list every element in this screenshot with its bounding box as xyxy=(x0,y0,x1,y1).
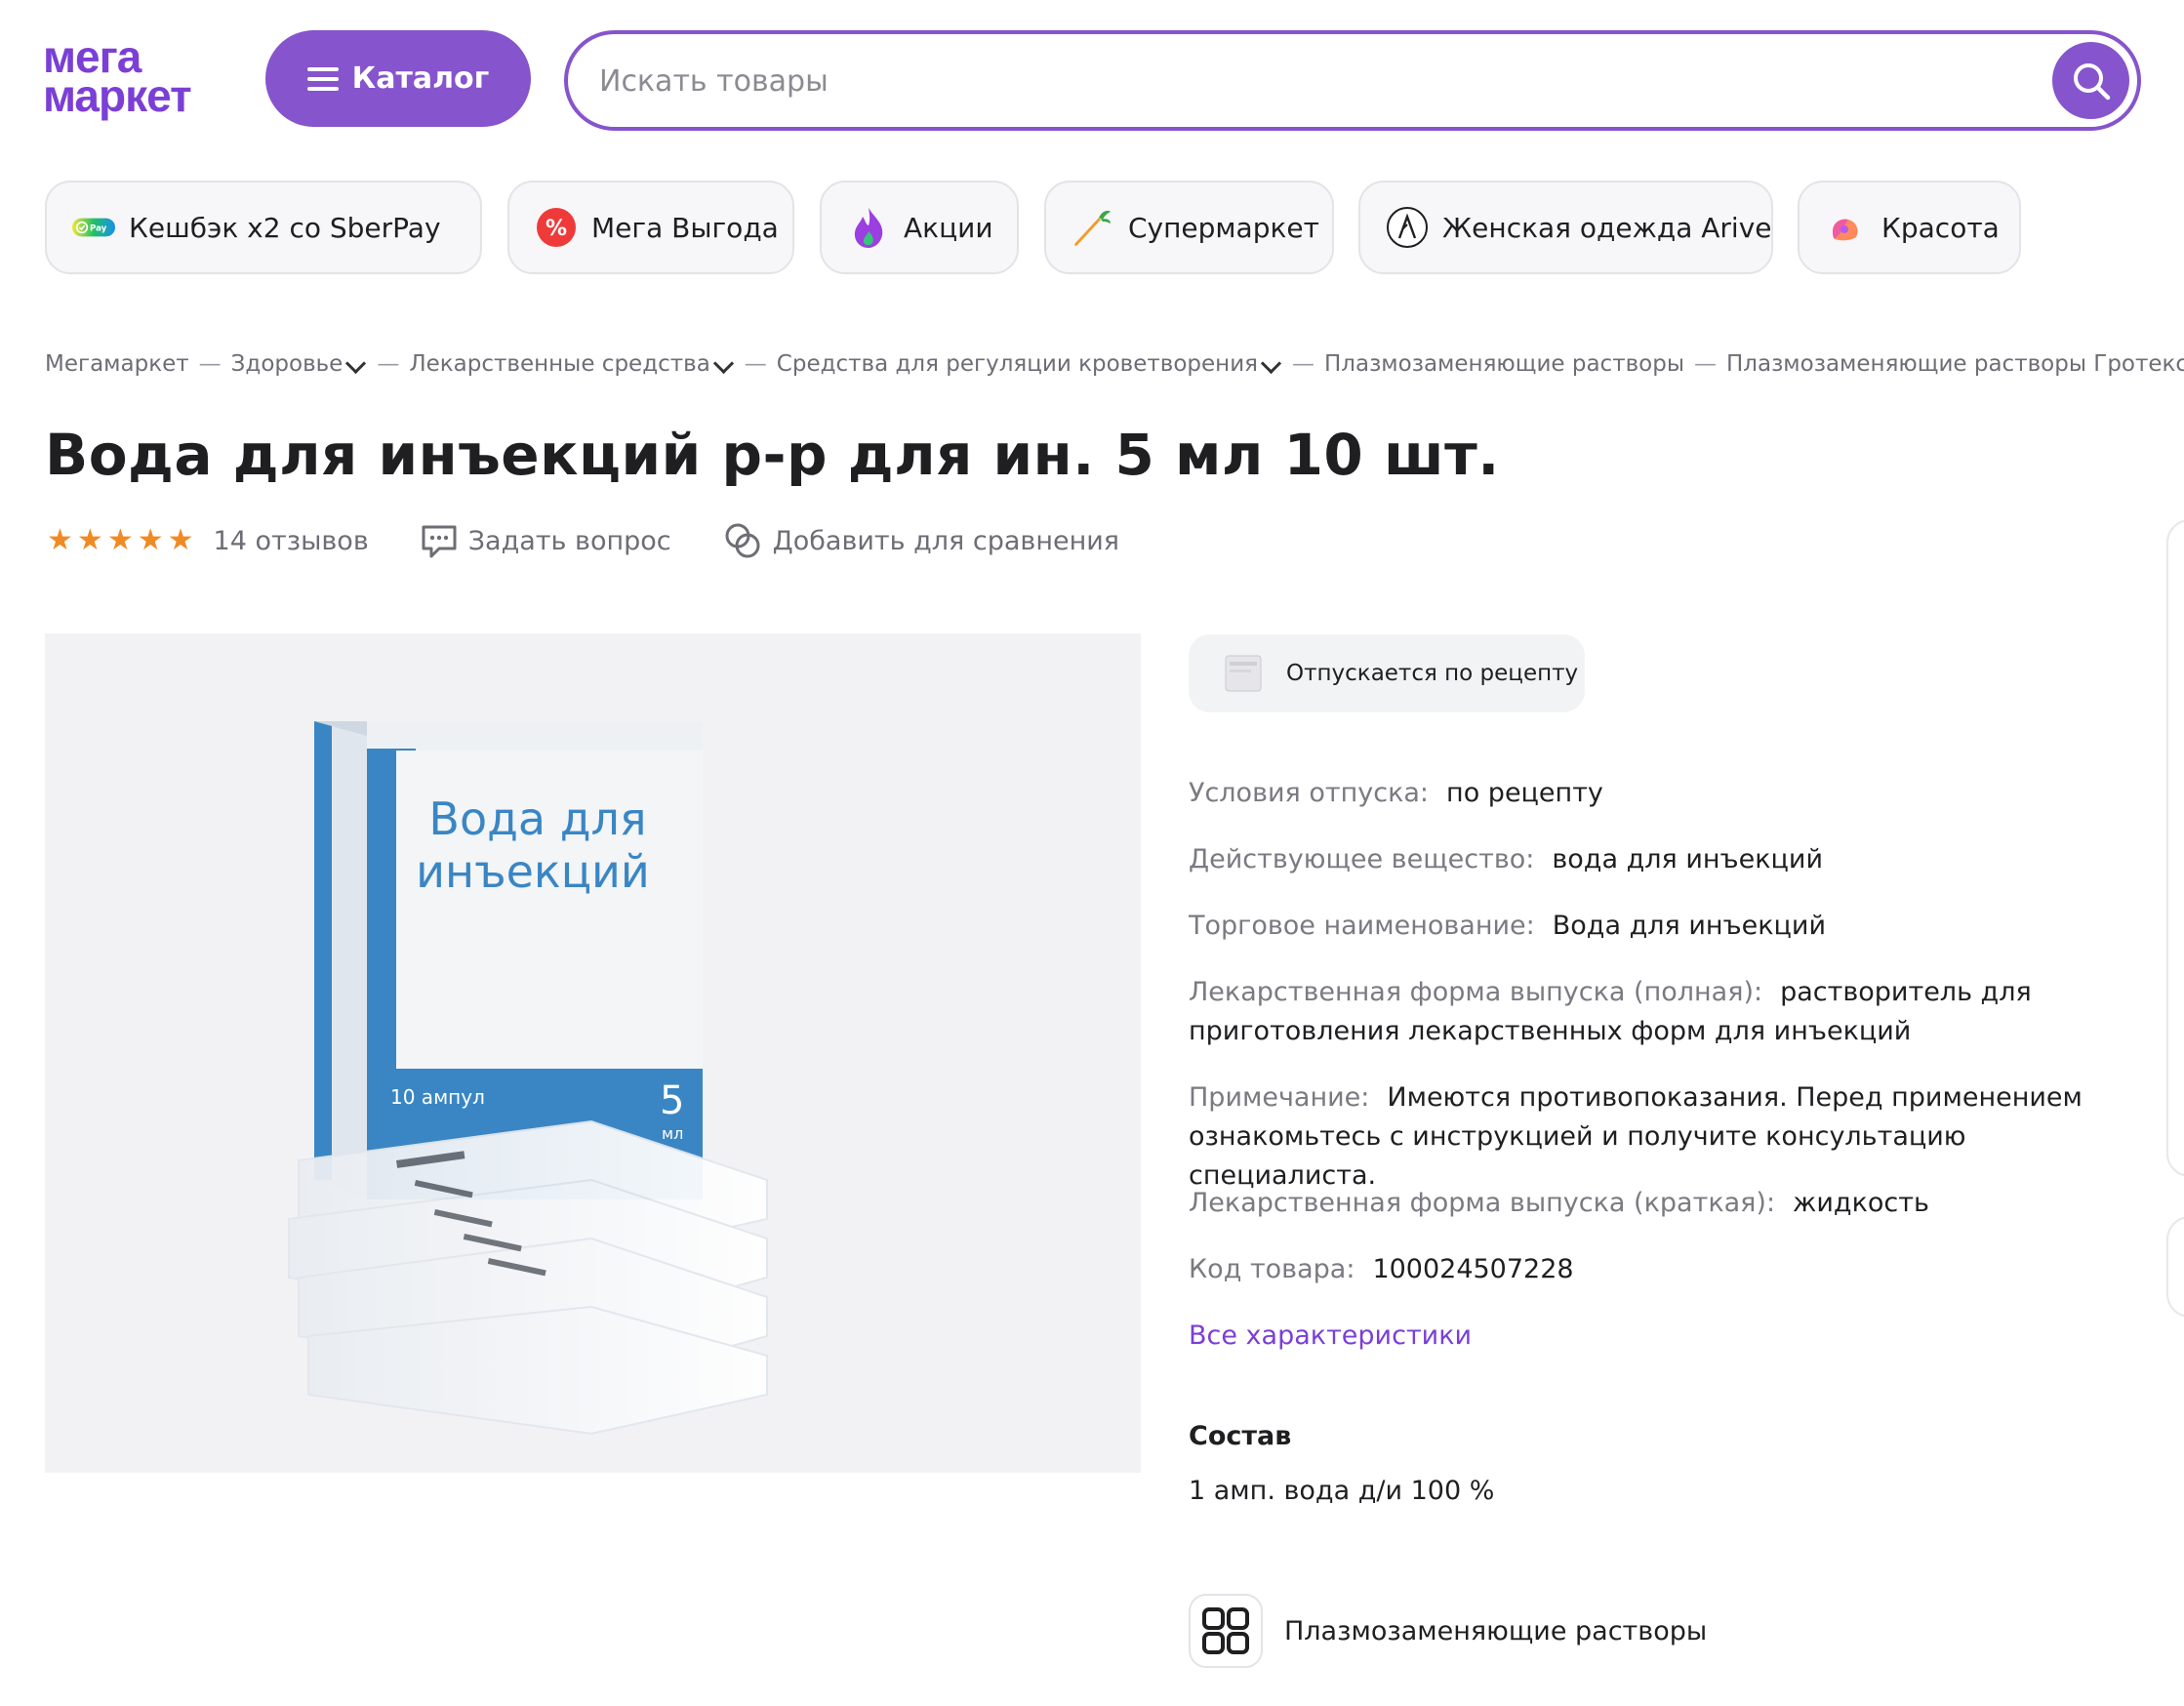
chip-krasota[interactable]: Красота xyxy=(1798,181,2021,274)
svg-text:Pay: Pay xyxy=(90,223,107,233)
breadcrumb-item[interactable]: Средства для регуляции кроветворения xyxy=(777,351,1282,377)
breadcrumb-separator: — xyxy=(744,351,767,377)
chip-label: Супермаркет xyxy=(1128,211,1319,244)
chip-label: Мега Выгода xyxy=(591,211,779,244)
side-button-edge[interactable] xyxy=(2166,1216,2184,1318)
spec-key: Лекарственная форма выпуска (полная): xyxy=(1189,977,1763,1007)
grid-icon xyxy=(1189,1594,1263,1668)
search-icon xyxy=(2073,62,2110,100)
all-specs-link[interactable]: Все характеристики xyxy=(1189,1320,1472,1351)
box-title-line-2: инъекций xyxy=(416,845,650,898)
star-icon: ★ xyxy=(47,523,73,557)
spec-row: Код товара: 100024507228 xyxy=(1189,1250,2125,1289)
menu-icon xyxy=(306,66,339,91)
spec-key: Действующее вещество: xyxy=(1189,844,1535,874)
star-icon: ★ xyxy=(137,523,164,557)
catalog-button-label: Каталог xyxy=(351,61,490,96)
flame-icon xyxy=(847,206,890,249)
prescription-badge[interactable]: Отпускается по рецепту xyxy=(1189,634,1585,712)
chip-label: Женская одежда Arive xyxy=(1442,211,1772,244)
svg-text:%: % xyxy=(546,217,567,241)
spec-row: Лекарственная форма выпуска (краткая): жи… xyxy=(1189,1184,2125,1223)
spec-value: по рецепту xyxy=(1446,778,1603,808)
chip-akcii[interactable]: Акции xyxy=(820,181,1019,274)
chip-arive[interactable]: Женская одежда Arive xyxy=(1358,181,1773,274)
chip-label: Акции xyxy=(904,211,993,244)
composition-title: Состав xyxy=(1189,1421,1292,1451)
rating-stars[interactable]: ★ ★ ★ ★ ★ xyxy=(47,526,194,555)
spec-key: Код товара: xyxy=(1189,1254,1355,1284)
prescription-badge-label: Отпускается по рецепту xyxy=(1286,661,1579,686)
megamarket-logo[interactable]: мега маркет xyxy=(43,34,192,121)
box-volume-unit: мл xyxy=(662,1124,683,1143)
star-icon: ★ xyxy=(106,523,134,557)
carrot-icon xyxy=(1072,206,1114,249)
chevron-down-icon xyxy=(712,352,734,375)
product-image[interactable]: Вода для инъекций 10 ампул 5 мл xyxy=(45,633,1141,1473)
box-count: 10 ампул xyxy=(390,1085,485,1109)
box-title-line-1: Вода для xyxy=(428,792,646,845)
medicine-box-illustration: Вода для инъекций 10 ампул 5 мл xyxy=(288,721,768,1436)
search-bar xyxy=(564,30,2141,131)
catalog-button[interactable]: Каталог xyxy=(265,30,531,127)
rating-row: ★ ★ ★ ★ ★ 14 отзывов Задать вопрос Добав… xyxy=(47,520,1119,561)
arive-logo-icon xyxy=(1386,206,1429,249)
chip-supermarket[interactable]: Супермаркет xyxy=(1044,181,1334,274)
category-link-label: Плазмозаменяющие растворы xyxy=(1284,1615,1708,1646)
search-input[interactable] xyxy=(597,34,1967,129)
prescription-box-icon xyxy=(1225,655,1262,692)
compare-link[interactable]: Добавить для сравнения xyxy=(722,520,1119,561)
ask-question-link[interactable]: Задать вопрос xyxy=(420,521,671,560)
breadcrumb-item[interactable]: Плазмозаменяющие растворы Гротекс ООО xyxy=(1726,351,2184,377)
breadcrumb-separator: — xyxy=(198,351,222,377)
logo-line-2: маркет xyxy=(43,70,192,121)
breadcrumb-separator: — xyxy=(377,351,400,377)
spec-key: Примечание: xyxy=(1189,1082,1370,1113)
spec-key: Условия отпуска: xyxy=(1189,778,1430,808)
chip-label: Кешбэк х2 со SberPay xyxy=(129,211,441,244)
sberpay-icon: Pay xyxy=(72,206,115,249)
breadcrumb-item[interactable]: Лекарственные средства xyxy=(409,351,734,377)
spec-value: жидкость xyxy=(1793,1188,1929,1218)
spec-value: Вода для инъекций xyxy=(1552,911,1827,941)
chip-mega-vygoda[interactable]: % Мега Выгода xyxy=(507,181,794,274)
chevron-down-icon xyxy=(345,352,367,375)
spec-value: 100024507228 xyxy=(1372,1254,1574,1284)
spec-value: вода для инъекций xyxy=(1552,844,1824,874)
spec-key: Торговое наименование: xyxy=(1189,911,1535,941)
spec-row: Торговое наименование: Вода для инъекций xyxy=(1189,907,2125,946)
reviews-link[interactable]: 14 отзывов xyxy=(214,526,369,556)
product-title: Вода для инъекций р-р для ин. 5 мл 10 шт… xyxy=(45,422,1500,488)
spec-row: Действующее вещество: вода для инъекций xyxy=(1189,840,2125,879)
breadcrumb-separator: — xyxy=(1291,351,1314,377)
beauty-icon xyxy=(1825,206,1868,249)
category-link[interactable]: Плазмозаменяющие растворы xyxy=(1189,1594,1707,1668)
spec-row: Условия отпуска: по рецепту xyxy=(1189,774,2125,813)
box-volume: 5 xyxy=(660,1078,684,1123)
chip-label: Красота xyxy=(1881,211,2000,244)
spec-row: Лекарственная форма выпуска (полная): рас… xyxy=(1189,973,2067,1051)
compare-icon xyxy=(725,523,760,558)
spec-key: Лекарственная форма выпуска (краткая): xyxy=(1189,1188,1776,1218)
breadcrumb-item[interactable]: Плазмозаменяющие растворы xyxy=(1324,351,1684,377)
side-panel-edge xyxy=(2166,519,2184,1177)
breadcrumb-item[interactable]: Здоровье xyxy=(231,351,368,377)
compare-label: Добавить для сравнения xyxy=(772,525,1120,556)
spec-row: Примечание: Имеются противопоказания. Пер… xyxy=(1189,1078,2125,1196)
star-icon: ★ xyxy=(76,523,103,557)
chevron-down-icon xyxy=(1260,352,1282,375)
ask-question-label: Задать вопрос xyxy=(467,525,671,556)
chat-icon xyxy=(422,525,457,558)
breadcrumb: Мегамаркет — Здоровье — Лекарственные ср… xyxy=(45,351,2184,377)
composition-text: 1 амп. вода д/и 100 % xyxy=(1189,1476,1495,1506)
chip-cashback-sberpay[interactable]: Pay Кешбэк х2 со SberPay xyxy=(45,181,482,274)
search-button[interactable] xyxy=(2052,42,2129,119)
breadcrumb-separator: — xyxy=(1693,351,1717,377)
percent-icon: % xyxy=(535,206,578,249)
breadcrumb-item[interactable]: Мегамаркет xyxy=(45,351,189,377)
star-icon: ★ xyxy=(167,523,194,557)
